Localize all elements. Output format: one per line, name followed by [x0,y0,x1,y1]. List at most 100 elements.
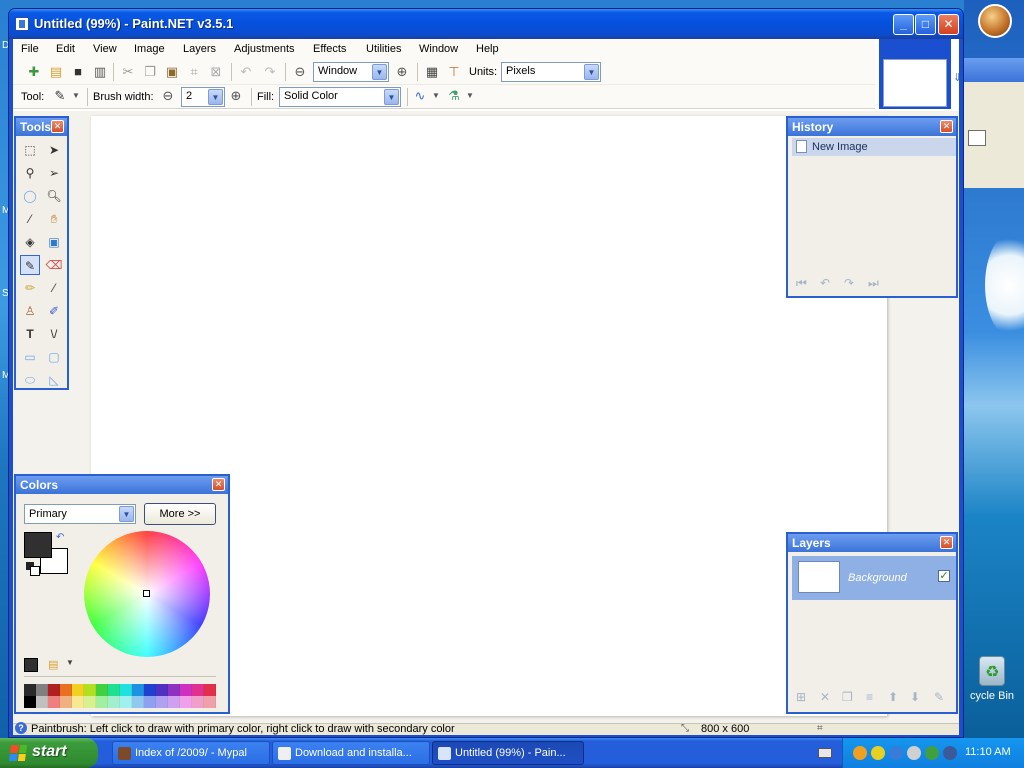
close-icon[interactable]: ✕ [940,536,953,549]
increase-width-icon[interactable]: ⊕ [227,87,245,105]
more-colors-button[interactable]: More >> [144,503,216,525]
grid-icon[interactable]: ▦ [423,63,441,81]
taskbar-item-mypal[interactable]: Index of /2009/ - Mypal [112,741,270,765]
move-layer-down-icon[interactable]: ⬇ [910,690,920,704]
undo-icon[interactable]: ↶ [820,276,830,290]
line-curve-icon[interactable]: \/ [44,324,64,344]
menu-window[interactable]: Window [419,43,458,55]
freeform-shape-icon[interactable]: ◺ [44,370,64,390]
fill-select[interactable]: Solid Color ▼ [279,87,401,107]
undo-icon[interactable]: ↶ [237,63,255,81]
color-palette[interactable] [24,684,216,708]
paintbrush-tool-icon[interactable]: ✎ [20,255,40,275]
layer-visibility-checkbox[interactable]: ✓ [938,570,950,582]
cut-icon[interactable]: ✂ [119,63,137,81]
units-select[interactable]: Pixels ▼ [501,62,601,82]
tray-app-icon[interactable] [907,746,921,760]
duplicate-layer-icon[interactable]: ❐ [842,690,853,704]
open-icon[interactable]: ▤ [47,63,65,81]
title-bar[interactable]: Untitled (99%) - Paint.NET v3.5.1 _ □ ✕ [9,9,963,39]
print-icon[interactable]: ▥ [91,63,109,81]
menu-help[interactable]: Help [476,43,499,55]
minimize-button[interactable]: _ [893,14,914,35]
colors-panel-header[interactable]: Colors ✕ [16,476,228,494]
merge-layer-icon[interactable]: ≡ [866,690,873,704]
menu-edit[interactable]: Edit [56,43,75,55]
ellipse-icon[interactable]: ⬭ [20,370,40,390]
add-layer-icon[interactable]: ⊞ [796,690,806,704]
chevron-down-icon[interactable]: ▼ [208,89,223,105]
taskbar-item-download[interactable]: Download and installa... [272,741,430,765]
chevron-down-icon[interactable]: ⇓ [953,71,962,84]
tools-panel-header[interactable]: Tools ✕ [16,118,67,136]
add-color-icon[interactable] [24,658,38,672]
zoom-icon[interactable]: 🔍︎ [44,186,64,206]
rectangle-icon[interactable]: ▭ [20,347,40,367]
pan-icon[interactable]: ✋︎ [44,209,64,229]
save-icon[interactable]: ■ [69,63,87,81]
background-window[interactable] [960,58,1024,188]
color-mode-select[interactable]: Primary ▼ [24,504,136,524]
menu-file[interactable]: File [21,43,39,55]
recycle-bin[interactable]: cycle Bin [960,656,1024,702]
fast-forward-icon[interactable]: ⏭ [868,276,879,291]
tray-app-icon[interactable] [853,746,867,760]
redo-icon[interactable]: ↷ [844,276,854,290]
palette-menu-icon[interactable]: ▤ [48,658,58,671]
paste-icon[interactable]: ▣ [163,63,181,81]
close-icon[interactable]: ✕ [51,120,64,133]
history-item[interactable]: New Image [792,138,956,156]
rectangle-select-icon[interactable]: ⬚ [20,140,40,160]
zoom-select[interactable]: Window ▼ [313,62,389,82]
paintnet-app-icon[interactable] [15,17,29,31]
menu-adjustments[interactable]: Adjustments [234,43,295,55]
primary-color-swatch[interactable] [24,532,52,558]
move-selected-icon[interactable]: ➤ [44,140,64,160]
chevron-down-icon[interactable]: ▼ [461,87,479,105]
layer-properties-icon[interactable]: ✎ [934,690,944,704]
recolor-icon[interactable]: ✐ [44,301,64,321]
move-layer-up-icon[interactable]: ⬆ [888,690,898,704]
chevron-down-icon[interactable]: ▼ [119,506,134,522]
close-button[interactable]: ✕ [938,14,959,35]
lasso-select-icon[interactable]: ⚲ [20,163,40,183]
rounded-rectangle-icon[interactable]: ▢ [44,347,64,367]
close-icon[interactable]: ✕ [940,120,953,133]
chevron-down-icon[interactable]: ▼ [384,89,399,105]
menu-view[interactable]: View [93,43,117,55]
rewind-icon[interactable]: ⏮ [796,276,807,291]
chevron-down-icon[interactable]: ▼ [584,64,599,80]
magic-wand-icon[interactable]: ⁄ [20,209,40,229]
text-icon[interactable]: T [20,324,40,344]
keyboard-icon[interactable] [818,748,832,758]
gradient-icon[interactable]: ▣ [44,232,64,252]
start-button[interactable]: start [0,738,98,768]
tray-app-icon[interactable] [871,746,885,760]
history-panel-header[interactable]: History ✕ [788,118,956,136]
decrease-width-icon[interactable]: ⊖ [159,87,177,105]
paint-bucket-icon[interactable]: ◈ [20,232,40,252]
new-icon[interactable]: ✚ [25,63,43,81]
color-picker-icon[interactable]: ⁄ [44,278,64,298]
pencil-icon[interactable]: ✏︎ [20,278,40,298]
reset-colors-icon[interactable] [26,562,40,576]
crop-icon[interactable]: ⌗ [185,63,203,81]
tray-app-icon[interactable] [889,746,903,760]
clock[interactable]: 11:10 AM [965,746,1011,758]
color-wheel[interactable] [84,531,210,657]
move-selection-icon[interactable]: ➢ [44,163,64,183]
menu-image[interactable]: Image [134,43,165,55]
chevron-down-icon[interactable]: ▼ [427,87,445,105]
ellipse-select-icon[interactable]: ◯ [20,186,40,206]
menu-utilities[interactable]: Utilities [366,43,401,55]
menu-effects[interactable]: Effects [313,43,346,55]
close-icon[interactable]: ✕ [212,478,225,491]
ruler-icon[interactable]: ⊤ [445,63,463,81]
zoom-out-icon[interactable]: ⊖ [291,63,309,81]
avatar[interactable] [978,4,1012,38]
taskbar-item-paintnet[interactable]: Untitled (99%) - Pain... [432,741,584,765]
chevron-down-icon[interactable]: ▼ [67,87,85,105]
tray-app-icon[interactable] [925,746,939,760]
menu-layers[interactable]: Layers [183,43,216,55]
layers-panel-header[interactable]: Layers ✕ [788,534,956,552]
